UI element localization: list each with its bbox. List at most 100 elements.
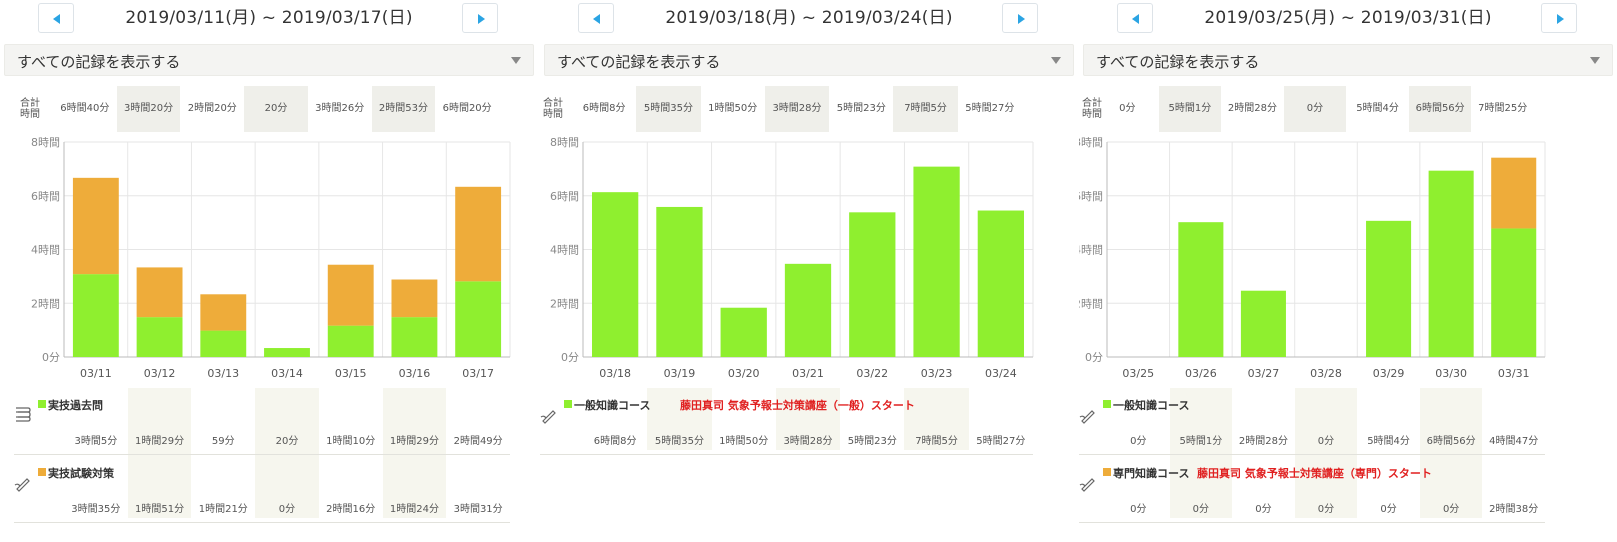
daily-total: 1時間50分	[708, 103, 758, 114]
bar-segment	[1491, 157, 1537, 229]
course-daily-value: 6時間8分	[593, 436, 637, 447]
record-filter-select[interactable]: すべての記録を表示する	[4, 44, 534, 76]
x-tick-label: 03/30	[1435, 367, 1467, 380]
x-tick-label: 03/20	[728, 367, 760, 380]
course-daily-value: 1時間29分	[389, 436, 439, 447]
legend-swatch	[1103, 468, 1111, 476]
course-daily-value: 0分	[1317, 504, 1335, 515]
row-divider	[1079, 522, 1545, 523]
daily-total: 0分	[1283, 86, 1347, 132]
y-tick-label: 2時間	[550, 297, 579, 310]
x-tick-label: 03/22	[856, 367, 888, 380]
y-tick-label: 4時間	[31, 244, 60, 257]
x-tick-label: 03/13	[207, 367, 239, 380]
course-daily-value: 1時間21分	[198, 504, 248, 515]
course-daily-value: 0分	[1317, 436, 1335, 447]
x-tick-label: 03/21	[792, 367, 824, 380]
pen-icon	[1079, 478, 1095, 492]
course-start-note: 藤田真司 気象予報士対策講座（専門）スタート	[1197, 467, 1432, 480]
x-tick-label: 03/14	[271, 367, 303, 380]
daily-total: 3時間20分	[116, 86, 181, 132]
course-daily-value: 2時間28分	[1238, 436, 1288, 447]
y-tick-label: 8時間	[1079, 136, 1103, 149]
bar-segment	[720, 307, 767, 357]
bar-segment	[327, 325, 374, 357]
bar-segment	[72, 177, 119, 275]
row-divider	[14, 454, 510, 455]
x-tick-label: 03/26	[1185, 367, 1217, 380]
date-range-title: 2019/03/18(月) ~ 2019/03/24(日)	[665, 8, 953, 28]
daily-total: 5時間23分	[836, 103, 886, 114]
y-tick-label: 0分	[42, 351, 60, 364]
daily-total: 5時間35分	[636, 86, 701, 132]
y-tick-label: 6時間	[550, 190, 579, 203]
next-week-button[interactable]	[462, 3, 498, 33]
legend-swatch	[1103, 400, 1111, 408]
course-daily-value: 5時間23分	[847, 436, 897, 447]
bar-segment	[327, 264, 374, 326]
bar-segment	[913, 166, 960, 357]
y-tick-label: 4時間	[550, 244, 579, 257]
y-tick-label: 6時間	[1079, 190, 1103, 203]
record-filter-select[interactable]: すべての記録を表示する	[544, 44, 1074, 76]
daily-total: 2時間20分	[187, 103, 237, 114]
y-tick-label: 0分	[561, 351, 579, 364]
bar-segment	[136, 267, 183, 318]
course-daily-value: 3時間35分	[71, 504, 121, 515]
x-tick-label: 03/31	[1498, 367, 1530, 380]
chevron-right-icon	[1018, 14, 1025, 24]
column-band	[1419, 388, 1483, 518]
course-daily-value: 1時間51分	[135, 504, 185, 515]
x-tick-label: 03/25	[1122, 367, 1154, 380]
course-daily-value: 3時間31分	[453, 504, 503, 515]
daily-total: 3時間28分	[764, 86, 830, 132]
daily-total: 7時間25分	[1478, 103, 1528, 114]
chevron-right-icon	[478, 14, 485, 24]
x-tick-label: 03/23	[921, 367, 953, 380]
record-filter-value: すべての記録を表示する	[1096, 53, 1260, 71]
course-daily-value: 0分	[1130, 504, 1147, 515]
course-daily-value: 2時間49分	[453, 436, 503, 447]
course-daily-value: 3時間5分	[74, 436, 118, 447]
bar-segment	[977, 210, 1024, 357]
x-tick-label: 03/11	[80, 367, 112, 380]
bar-segment	[656, 206, 703, 357]
x-tick-label: 03/24	[985, 367, 1017, 380]
course-daily-value: 5時間1分	[1179, 436, 1223, 447]
chevron-left-icon	[1132, 14, 1139, 24]
weekly-bar-chart: 0分 2時間 4時間 6時間 8時間 03/11 03/12 03/13 03/14 03/15 0…	[31, 136, 511, 380]
next-week-button[interactable]	[1002, 3, 1038, 33]
column-band	[1294, 388, 1358, 518]
bar-segment	[1428, 170, 1474, 357]
next-week-button[interactable]	[1541, 3, 1577, 33]
course-name: 一般知識コース	[1113, 399, 1190, 412]
x-tick-label: 03/29	[1373, 367, 1405, 380]
prev-week-button[interactable]	[38, 3, 74, 33]
course-daily-value: 0分	[1192, 504, 1210, 515]
course-daily-value: 0分	[1255, 504, 1272, 515]
course-daily-value: 1時間10分	[326, 436, 376, 447]
course-daily-value: 1時間50分	[719, 436, 769, 447]
x-tick-label: 03/12	[144, 367, 176, 380]
y-tick-label: 6時間	[31, 190, 60, 203]
week-panel-3: 2019/03/25(月) ~ 2019/03/31(日) すべての記録を表示する…	[1079, 0, 1617, 542]
daily-total: 5時間4分	[1356, 103, 1399, 114]
course-daily-value: 7時間5分	[915, 436, 958, 447]
x-tick-label: 03/27	[1248, 367, 1280, 380]
course-daily-value: 1時間24分	[389, 504, 439, 515]
record-filter-value: すべての記録を表示する	[17, 53, 181, 71]
x-tick-label: 03/19	[664, 367, 696, 380]
totals-label: 合計時間	[543, 98, 563, 120]
prev-week-button[interactable]	[1117, 3, 1153, 33]
pen-icon	[540, 410, 556, 424]
prev-week-button[interactable]	[578, 3, 614, 33]
bar-segment	[1178, 222, 1224, 357]
book-stack-icon	[16, 407, 31, 422]
course-daily-value: 0分	[1130, 436, 1147, 447]
weekly-bar-chart: 0分 2時間 4時間 6時間 8時間 03/25 03/26 03/27 03/28 03/29 0…	[1079, 136, 1546, 380]
record-filter-select[interactable]: すべての記録を表示する	[1083, 44, 1613, 76]
course-daily-value: 2時間16分	[326, 504, 376, 515]
totals-label: 合計時間	[20, 98, 40, 120]
chevron-down-icon	[1590, 57, 1600, 64]
chevron-left-icon	[53, 14, 60, 24]
